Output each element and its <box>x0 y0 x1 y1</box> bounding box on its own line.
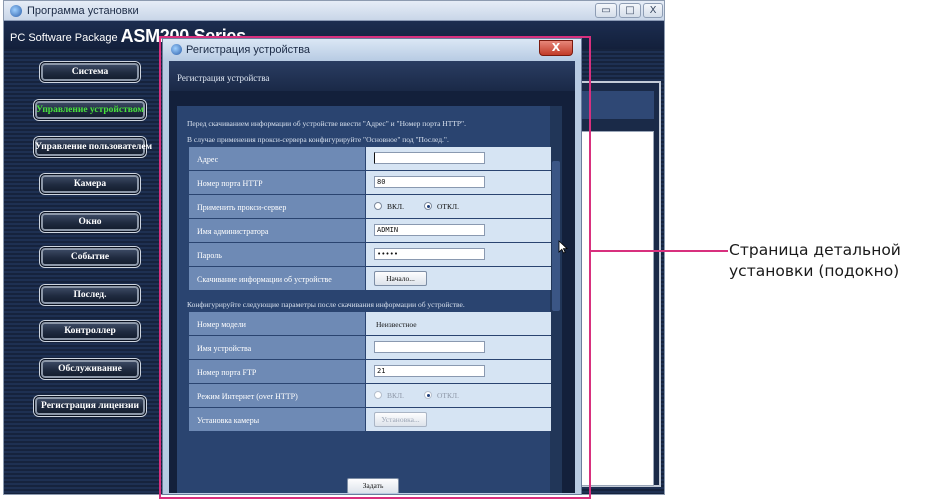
app-close-button[interactable]: X <box>643 3 663 18</box>
menu-item-window[interactable]: Окно <box>40 212 140 232</box>
subwindow-highlight-frame <box>159 36 591 499</box>
callout-text: Страница детальной установки (подокно) <box>729 240 937 282</box>
callout-leader-line <box>591 250 728 252</box>
menu-item-controller[interactable]: Контроллер <box>40 321 140 341</box>
menu-item-camera[interactable]: Камера <box>40 174 140 194</box>
menu-item-user-management[interactable]: Управление пользователем <box>34 137 152 157</box>
menu-item-device-management[interactable]: Управление устройством <box>34 100 146 120</box>
minimize-button[interactable]: ▭ <box>595 3 617 18</box>
menu-item-maintenance[interactable]: Обслуживание <box>40 359 140 379</box>
brand-prefix: PC Software Package <box>10 32 121 44</box>
callout-line-2: установки (подокно) <box>729 262 900 280</box>
maximize-button[interactable]: □ <box>619 3 641 18</box>
app-titlebar: Программа установки ▭ □ X <box>4 1 664 21</box>
app-icon <box>10 5 22 17</box>
menu-item-license-registration[interactable]: Регистрация лицензии <box>34 396 146 416</box>
main-menu: Система Управление устройством Управлени… <box>4 49 164 494</box>
menu-item-sequence[interactable]: Послед. <box>40 285 140 305</box>
menu-item-system[interactable]: Система <box>40 62 140 82</box>
callout-line-1: Страница детальной <box>729 241 901 259</box>
menu-item-event[interactable]: Событие <box>40 247 140 267</box>
app-title: Программа установки <box>27 5 139 17</box>
